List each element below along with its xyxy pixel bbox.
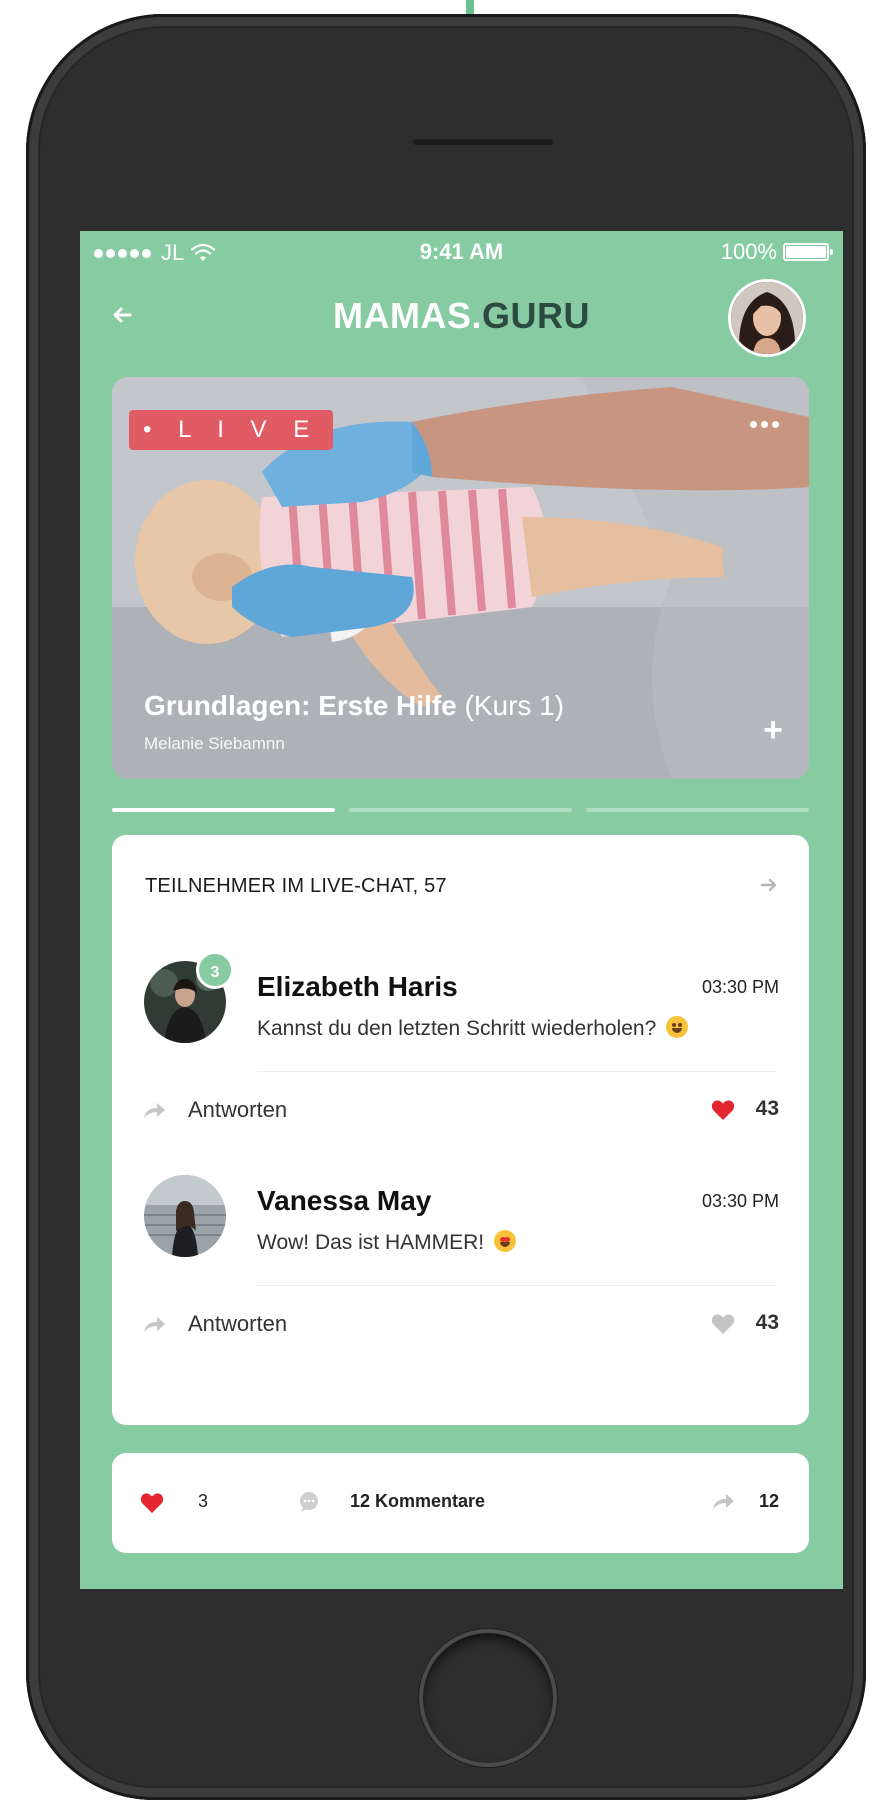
chat-header: TEILNEHMER IM LIVE-CHAT, 57 bbox=[145, 875, 447, 897]
message-body: Kannst du den letzten Schritt wiederhole… bbox=[257, 1017, 657, 1040]
progress-segment-3[interactable] bbox=[586, 808, 809, 812]
like-count: 43 bbox=[755, 1097, 779, 1120]
video-instructor: Melanie Siebamnn bbox=[144, 734, 285, 753]
progress-segment-2[interactable] bbox=[349, 808, 572, 812]
battery-percent: 100% bbox=[720, 239, 777, 264]
video-progress bbox=[112, 808, 809, 813]
battery-icon bbox=[783, 243, 833, 261]
shares-count: 12 bbox=[758, 1491, 779, 1511]
app-screen: JL 9:41 AM 100% MAMAS.GURU • L I V E Gru… bbox=[80, 231, 843, 1589]
arrow-right-icon[interactable] bbox=[759, 875, 779, 895]
brand-part-1: MAMAS. bbox=[333, 295, 482, 336]
unread-badge: 3 bbox=[196, 951, 234, 989]
message-author: Elizabeth Haris bbox=[257, 971, 458, 1002]
likes-count: 3 bbox=[198, 1491, 209, 1511]
avatar-photo-icon bbox=[144, 1175, 226, 1257]
share-icon[interactable] bbox=[711, 1491, 735, 1511]
video-title: Grundlagen: Erste Hilfe (Kurs 1) bbox=[144, 690, 564, 722]
grinning-emoji-icon bbox=[666, 1016, 689, 1038]
engagement-bar: 3 12 Kommentare 12 bbox=[112, 1453, 809, 1553]
like-count: 43 bbox=[755, 1311, 779, 1334]
phone-speaker bbox=[413, 139, 553, 145]
live-video-card[interactable]: • L I V E Grundlagen: Erste Hilfe (Kurs … bbox=[112, 377, 809, 779]
progress-segment-1[interactable] bbox=[112, 808, 335, 812]
reply-button[interactable]: Antworten bbox=[188, 1311, 287, 1337]
reply-button[interactable]: Antworten bbox=[188, 1097, 287, 1123]
heart-eyes-emoji-icon bbox=[494, 1230, 517, 1252]
message-author: Vanessa May bbox=[257, 1185, 432, 1216]
home-button[interactable] bbox=[419, 1629, 557, 1767]
live-badge: • L I V E bbox=[129, 410, 334, 450]
message-text: Kannst du den letzten Schritt wiederhole… bbox=[257, 1016, 689, 1041]
message-actions: Antworten 43 bbox=[112, 1091, 809, 1131]
heart-filled-icon[interactable] bbox=[140, 1492, 164, 1514]
battery-fill bbox=[786, 246, 826, 258]
avatar[interactable] bbox=[144, 1175, 226, 1257]
comments-link[interactable]: 12 Kommentare bbox=[350, 1491, 485, 1512]
comment-bubble-icon[interactable] bbox=[298, 1491, 320, 1513]
status-bar: JL 9:41 AM 100% bbox=[80, 231, 843, 271]
message-time: 03:30 PM bbox=[701, 1191, 779, 1211]
more-horizontal-icon[interactable] bbox=[750, 421, 779, 428]
status-right: 100% bbox=[720, 239, 833, 265]
live-chat-card: TEILNEHMER IM LIVE-CHAT, 57 3 Elizabeth … bbox=[112, 835, 809, 1425]
video-title-bold: Grundlagen: Erste Hilfe bbox=[144, 690, 457, 721]
reply-icon[interactable] bbox=[142, 1100, 166, 1120]
message-divider bbox=[257, 1071, 777, 1072]
brand-part-2: GURU bbox=[482, 295, 590, 336]
avatar-portrait-icon bbox=[731, 282, 803, 354]
profile-avatar[interactable] bbox=[728, 279, 806, 357]
heart-filled-icon[interactable] bbox=[711, 1099, 735, 1121]
video-title-light: (Kurs 1) bbox=[456, 690, 565, 721]
message-time: 03:30 PM bbox=[701, 977, 779, 997]
message-text: Wow! Das ist HAMMER! bbox=[257, 1230, 517, 1255]
message-body: Wow! Das ist HAMMER! bbox=[257, 1231, 485, 1254]
add-icon[interactable]: + bbox=[763, 713, 783, 747]
page: JL 9:41 AM 100% MAMAS.GURU • L I V E Gru… bbox=[0, 0, 881, 1800]
message-divider bbox=[257, 1285, 777, 1286]
message-actions: Antworten 43 bbox=[112, 1305, 809, 1345]
heart-outline-icon[interactable] bbox=[711, 1313, 735, 1335]
reply-icon[interactable] bbox=[142, 1314, 166, 1334]
